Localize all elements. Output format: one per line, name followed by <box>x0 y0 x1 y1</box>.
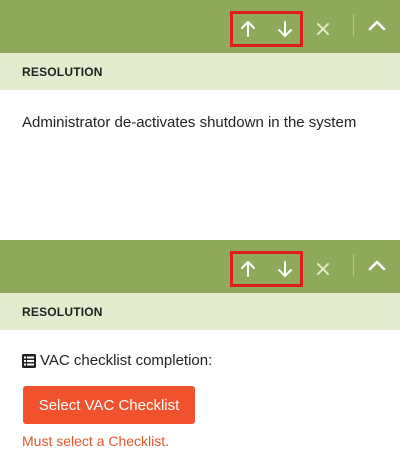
arrow-down-icon <box>278 21 292 37</box>
arrow-down-icon <box>278 261 292 277</box>
arrow-up-icon <box>241 21 255 37</box>
section-header: RESOLUTION <box>0 53 400 90</box>
collapse-button[interactable] <box>363 251 391 279</box>
chevron-up-icon <box>368 260 386 271</box>
resolution-card-1: RESOLUTION Administrator de-activates sh… <box>0 0 400 215</box>
section-title: RESOLUTION <box>22 65 103 79</box>
resolution-text: Administrator de-activates shutdown in t… <box>22 114 357 131</box>
select-vac-checklist-button[interactable]: Select VAC Checklist <box>23 386 195 424</box>
checklist-label: VAC checklist completion: <box>40 352 213 369</box>
checklist-row: VAC checklist completion: <box>22 352 212 369</box>
arrow-up-icon <box>241 261 255 277</box>
close-icon <box>317 263 329 275</box>
move-up-button[interactable] <box>234 15 262 43</box>
section-header: RESOLUTION <box>0 293 400 330</box>
remove-button[interactable] <box>309 255 337 283</box>
error-message: Must select a Checklist. <box>22 433 170 449</box>
card-toolbar <box>0 0 400 53</box>
resolution-card-2: RESOLUTION VAC checklist completion: Sel… <box>0 240 400 458</box>
section-title: RESOLUTION <box>22 305 103 319</box>
toolbar-divider <box>353 14 354 36</box>
collapse-button[interactable] <box>363 11 391 39</box>
remove-button[interactable] <box>309 15 337 43</box>
toolbar-divider <box>353 254 354 276</box>
close-icon <box>317 23 329 35</box>
card-toolbar <box>0 240 400 293</box>
move-down-button[interactable] <box>271 15 299 43</box>
list-icon <box>22 353 36 368</box>
chevron-up-icon <box>368 20 386 31</box>
move-up-button[interactable] <box>234 255 262 283</box>
move-down-button[interactable] <box>271 255 299 283</box>
